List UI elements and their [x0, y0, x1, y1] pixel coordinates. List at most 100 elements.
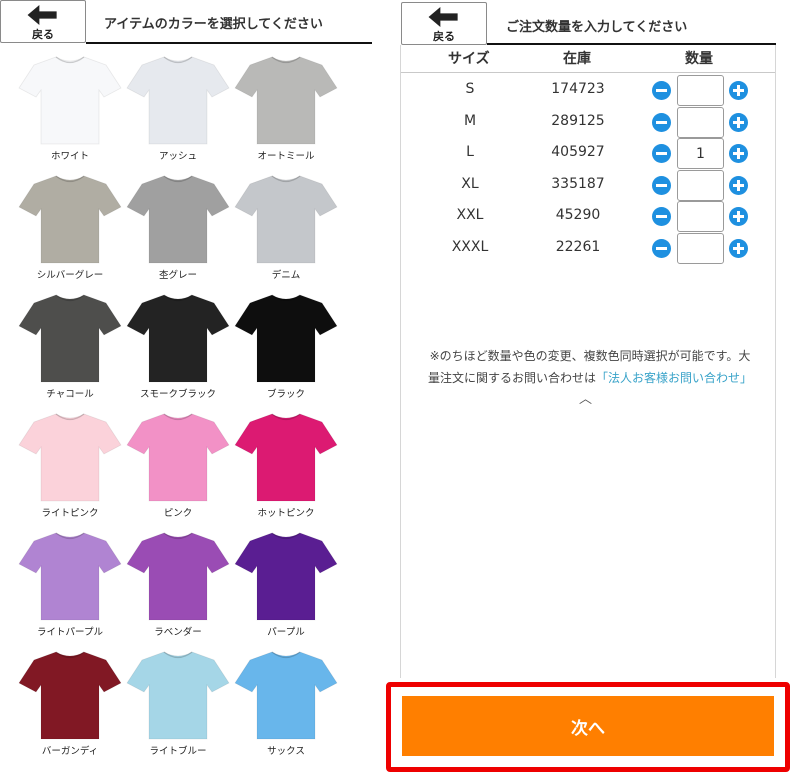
color-name: サックス	[267, 746, 305, 757]
minus-icon[interactable]	[652, 144, 671, 163]
table-header-divider	[401, 72, 775, 73]
minus-icon[interactable]	[652, 207, 671, 226]
plus-icon[interactable]	[729, 207, 748, 226]
quantity-row: XXXL 22261	[400, 232, 776, 264]
color-name: ライトピンク	[41, 508, 99, 519]
quantity-row: XXL 45290	[400, 200, 776, 232]
header-divider	[86, 42, 372, 44]
tshirt-icon	[18, 413, 122, 502]
stock-count: 405927	[551, 144, 605, 160]
stock-count: 289125	[551, 112, 605, 129]
color-name: シルバーグレー	[36, 270, 104, 281]
color-swatch[interactable]: デニム	[233, 171, 339, 289]
minus-icon[interactable]	[652, 112, 671, 132]
color-name: アッシュ	[158, 151, 197, 162]
back-arrow-icon	[428, 7, 458, 27]
color-swatch[interactable]: バーガンディ	[17, 647, 123, 765]
color-swatch[interactable]: ライトパープル	[17, 528, 123, 646]
color-name: ブラック	[266, 389, 305, 400]
col-header-qty: 数量	[685, 51, 713, 67]
tshirt-icon	[234, 651, 338, 740]
color-swatch[interactable]: ラベンダー	[125, 528, 231, 646]
color-swatch[interactable]: パープル	[233, 528, 339, 646]
tshirt-icon	[234, 56, 338, 145]
color-name: オートミール	[257, 151, 315, 162]
col-header-stock: 在庫	[563, 51, 591, 67]
plus-icon[interactable]	[729, 112, 748, 132]
quantity-input[interactable]	[677, 232, 724, 264]
back-button[interactable]: 戻る	[401, 2, 487, 45]
size-label: XL	[461, 175, 479, 192]
size-label: XXXL	[451, 238, 489, 255]
tshirt-icon	[126, 413, 230, 502]
quantity-row: XL 335187	[400, 169, 776, 201]
color-name: スモークブラック	[139, 389, 216, 400]
color-swatch[interactable]: ライトピンク	[17, 409, 123, 527]
header-divider	[487, 43, 776, 45]
note-line-1: ※のちほど数量や色の変更、複数色同時選択が可能です。大	[429, 349, 751, 363]
plus-icon[interactable]	[729, 144, 748, 163]
quantity-input[interactable]	[677, 106, 724, 138]
tshirt-icon	[234, 413, 338, 502]
stock-count: 22261	[555, 238, 601, 255]
quantity-input[interactable]	[677, 201, 724, 232]
tshirt-icon	[234, 532, 338, 621]
back-button[interactable]: 戻る	[0, 0, 86, 43]
tshirt-icon	[126, 651, 230, 740]
color-swatch[interactable]: チャコール	[17, 290, 123, 408]
color-swatch[interactable]: アッシュ	[125, 52, 231, 170]
minus-icon[interactable]	[652, 238, 671, 258]
tshirt-icon	[126, 294, 230, 383]
quantity-row: L 405927	[400, 137, 776, 169]
page-title: ご注文数量を入力してください	[506, 20, 688, 35]
quantity-panel: 戻る ご注文数量を入力してください サイズ 在庫 数量 S 174723 M 2891…	[400, 0, 776, 780]
color-swatch[interactable]: ブラック	[233, 290, 339, 408]
tshirt-icon	[126, 175, 230, 264]
color-swatch[interactable]: シルバーグレー	[17, 171, 123, 289]
color-swatch[interactable]: ピンク	[125, 409, 231, 527]
quantity-input[interactable]	[677, 75, 724, 106]
color-swatch[interactable]: ホットピンク	[233, 409, 339, 527]
color-swatch[interactable]: ホワイト	[17, 52, 123, 170]
page-title: アイテムのカラーを選択してください	[104, 17, 323, 32]
tshirt-icon	[18, 56, 122, 145]
col-header-size: サイズ	[448, 51, 490, 67]
stock-count: 174723	[551, 81, 605, 97]
tshirt-icon	[126, 532, 230, 621]
quantity-input[interactable]	[677, 169, 724, 201]
tshirt-icon	[234, 294, 338, 383]
minus-icon[interactable]	[652, 175, 671, 195]
next-button[interactable]: 次へ	[402, 696, 774, 756]
color-name: ホワイト	[50, 151, 89, 162]
size-label: M	[463, 112, 477, 129]
color-name: ライトブルー	[149, 746, 207, 757]
plus-icon[interactable]	[729, 81, 748, 100]
quantity-row: M 289125	[400, 106, 776, 138]
note-line-2: 量注文に関するお問い合わせは	[427, 371, 596, 385]
quantity-input[interactable]	[677, 138, 724, 169]
back-label: 戻る	[32, 28, 54, 41]
back-label: 戻る	[433, 30, 455, 43]
tshirt-icon	[18, 532, 122, 621]
plus-icon[interactable]	[729, 175, 748, 195]
size-label: XXL	[456, 207, 484, 223]
color-swatch[interactable]: ライトブルー	[125, 647, 231, 765]
plus-icon[interactable]	[729, 238, 748, 258]
minus-icon[interactable]	[652, 81, 671, 100]
color-name: チャコール	[46, 389, 94, 400]
tshirt-icon	[18, 175, 122, 264]
color-swatch[interactable]: オートミール	[233, 52, 339, 170]
color-name: 杢グレー	[158, 270, 197, 281]
corporate-inquiry-link[interactable]: 「法人お客様お問い合わせ」	[596, 371, 752, 385]
collapse-chevron-icon[interactable]: ︿	[579, 388, 592, 407]
stock-count: 335187	[551, 175, 605, 192]
color-name: バーガンディ	[41, 746, 99, 757]
color-name: デニム	[271, 270, 301, 281]
color-swatch[interactable]: 杢グレー	[125, 171, 231, 289]
tshirt-icon	[126, 56, 230, 145]
color-swatch[interactable]: スモークブラック	[125, 290, 231, 408]
tshirt-icon	[18, 651, 122, 740]
color-swatch[interactable]: サックス	[233, 647, 339, 765]
color-name: ライトパープル	[37, 627, 103, 638]
back-arrow-icon	[27, 5, 57, 25]
